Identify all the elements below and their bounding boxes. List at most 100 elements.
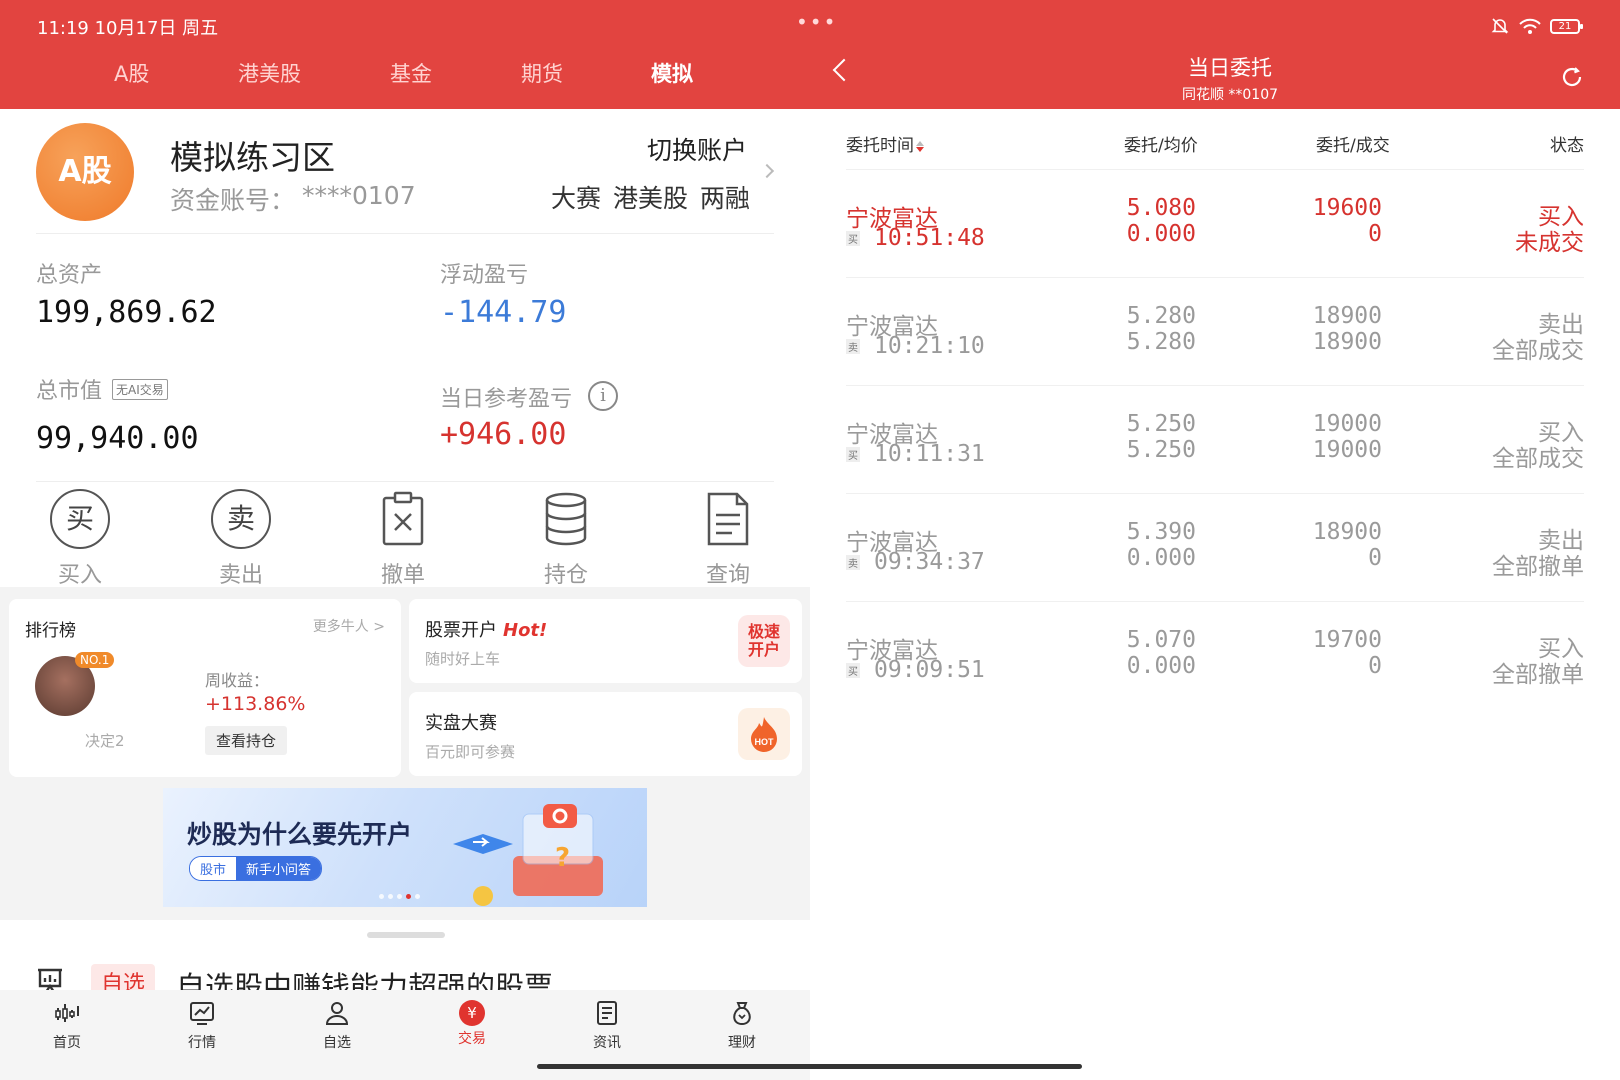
daily-pl-value: +946.00 (440, 417, 567, 452)
order-status: 未成交 (1515, 230, 1584, 256)
order-price: 5.250 (1126, 411, 1196, 437)
market-tabs: A股 港美股 基金 期货 模拟 (0, 58, 810, 98)
watchlist-icon (325, 1002, 349, 1025)
multitask-dots[interactable]: ••• (796, 10, 837, 34)
top-bar: 11:19 10月17日 周五 ••• 21 A股 港美股 基金 期货 模拟 当… (0, 0, 1620, 109)
contest-card[interactable]: 实盘大赛 百元即可参赛 HOT (409, 692, 802, 776)
top-trader-name: 决定2 (85, 732, 125, 750)
buy-icon: 买 (50, 489, 110, 549)
account-number-label: 资金账号： (170, 186, 296, 215)
order-side-badge: 买 (846, 447, 860, 462)
weekly-return-value: +113.86% (205, 693, 306, 715)
order-price: 5.070 (1126, 627, 1196, 653)
nav-news[interactable]: 资讯 (572, 1000, 642, 1052)
cancel-order-icon (382, 491, 424, 546)
feed-card[interactable]: 自选 自选股中赚钱能力超强的股票 (0, 920, 810, 1004)
nav-market[interactable]: 行情 (167, 1000, 237, 1052)
promo-banner[interactable]: ? 炒股为什么要先开户 股市 新手小问答 (163, 788, 647, 907)
hot-flame-icon: HOT (738, 708, 790, 760)
wealth-icon (733, 1002, 751, 1026)
cancel-order-label: 撤单 (380, 563, 425, 588)
col-price: 委托/均价 (1124, 136, 1198, 156)
nav-trade[interactable]: ¥ 交易 (437, 1000, 507, 1048)
tab-hk-us[interactable]: 港美股 (238, 58, 301, 88)
order-row[interactable]: 宁波富达 买 09:09:51 5.070 0.000 19700 0 买入 全… (810, 601, 1620, 709)
account-title: 模拟练习区 (170, 138, 335, 177)
nav-watchlist[interactable]: 自选 (302, 1000, 372, 1052)
order-avg-price: 5.280 (1126, 329, 1196, 355)
order-price: 5.280 (1126, 303, 1196, 329)
order-status: 全部成交 (1492, 446, 1584, 472)
order-time: 10:21:10 (874, 333, 985, 359)
weekly-return-label: 周收益： (205, 671, 270, 690)
detail-title: 当日委托 (1188, 56, 1272, 80)
cancel-order-button[interactable]: 撤单 (353, 487, 453, 589)
col-order-time[interactable]: 委托时间 (846, 131, 924, 156)
order-row[interactable]: 宁波富达 买 10:11:31 5.250 5.250 19000 19000 … (810, 385, 1620, 493)
order-quantity: 19000 (1312, 411, 1382, 437)
svg-text:HOT: HOT (755, 737, 775, 747)
chevron-right-icon[interactable] (759, 163, 775, 179)
account-number: ****0107 (302, 181, 416, 210)
holdings-icon (545, 492, 587, 546)
rank-no1-badge: NO.1 (75, 652, 115, 668)
switch-account-button[interactable]: 切换账户 (647, 131, 747, 167)
order-filled: 18900 (1312, 329, 1382, 355)
order-price: 5.390 (1126, 519, 1196, 545)
order-row[interactable]: 宁波富达 卖 10:21:10 5.280 5.280 18900 18900 … (810, 277, 1620, 385)
order-side-badge: 买 (846, 231, 860, 246)
tab-fund[interactable]: 基金 (390, 58, 432, 88)
order-avg-price: 0.000 (1126, 653, 1196, 679)
open-account-subtitle: 随时好上车 (425, 650, 501, 668)
ranking-title: 排行榜 (25, 621, 76, 641)
banner-tag: 股市 新手小问答 (189, 856, 323, 881)
info-icon[interactable]: i (588, 381, 618, 411)
open-account-title: 股票开户 Hot! (425, 620, 548, 641)
order-side-badge: 买 (846, 663, 860, 678)
back-chevron-icon[interactable] (832, 58, 856, 82)
sort-arrow-icon[interactable] (916, 140, 924, 152)
order-row[interactable]: 宁波富达 卖 09:34:37 5.390 0.000 18900 0 卖出 全… (810, 493, 1620, 601)
status-time: 11:19 10月17日 周五 (37, 18, 219, 39)
market-value: 99,940.00 (36, 421, 199, 456)
view-holdings-button[interactable]: 查看持仓 (205, 726, 288, 755)
total-assets-value: 199,869.62 (36, 295, 217, 330)
order-time: 10:11:31 (874, 441, 985, 467)
trade-panel: A股 模拟练习区 资金账号： ****0107 切换账户 大赛 港美股 两融 总… (0, 109, 810, 1080)
refresh-icon[interactable] (1560, 65, 1584, 89)
total-assets-label: 总资产 (36, 263, 103, 288)
order-status: 全部撤单 (1492, 554, 1584, 580)
account-card: A股 模拟练习区 资金账号： ****0107 切换账户 大赛 港美股 两融 总… (0, 109, 810, 589)
drag-handle[interactable] (367, 932, 445, 938)
order-row[interactable]: 宁波富达 买 10:51:48 5.080 0.000 19600 0 买入 未… (810, 169, 1620, 277)
orders-panel: 委托时间 委托/均价 委托/成交 状态 宁波富达 买 10:51:48 5.08… (810, 109, 1620, 1080)
news-icon (597, 1001, 617, 1025)
nav-home[interactable]: 首页 (32, 1000, 102, 1052)
order-filled: 0 (1368, 653, 1382, 679)
order-time: 09:09:51 (874, 657, 985, 683)
banner-illustration: ? (453, 804, 603, 906)
daily-pl-label: 当日参考盈亏 (440, 387, 573, 412)
order-quantity: 18900 (1312, 303, 1382, 329)
banner-title: 炒股为什么要先开户 (187, 820, 413, 849)
ranking-more-link[interactable]: 更多牛人 > (313, 616, 385, 636)
tab-futures[interactable]: 期货 (521, 58, 563, 88)
tab-a-share[interactable]: A股 (114, 58, 149, 88)
account-links[interactable]: 大赛 港美股 两融 (551, 179, 750, 215)
holdings-button[interactable]: 持仓 (516, 487, 616, 589)
open-account-card[interactable]: 股票开户 Hot! 随时好上车 极速开户 (409, 599, 802, 683)
sell-button[interactable]: 卖 卖出 (191, 487, 291, 589)
order-quantity: 18900 (1312, 519, 1382, 545)
nav-wealth[interactable]: 理财 (707, 1000, 777, 1052)
order-filled: 0 (1368, 545, 1382, 571)
buy-button[interactable]: 买 买入 (30, 487, 130, 589)
home-indicator[interactable] (537, 1064, 1082, 1069)
floating-pl-label: 浮动盈亏 (440, 263, 529, 288)
query-button[interactable]: 查询 (678, 487, 778, 589)
floating-pl-value: -144.79 (440, 295, 567, 330)
tab-simulation[interactable]: 模拟 (651, 58, 693, 88)
market-value-label: 总市值 (36, 379, 103, 404)
contest-title: 实盘大赛 (425, 713, 497, 734)
ranking-card[interactable]: 排行榜 更多牛人 > NO.1 决定2 周收益： +113.86% 查看持仓 (9, 599, 401, 777)
sell-label: 卖出 (218, 563, 263, 588)
